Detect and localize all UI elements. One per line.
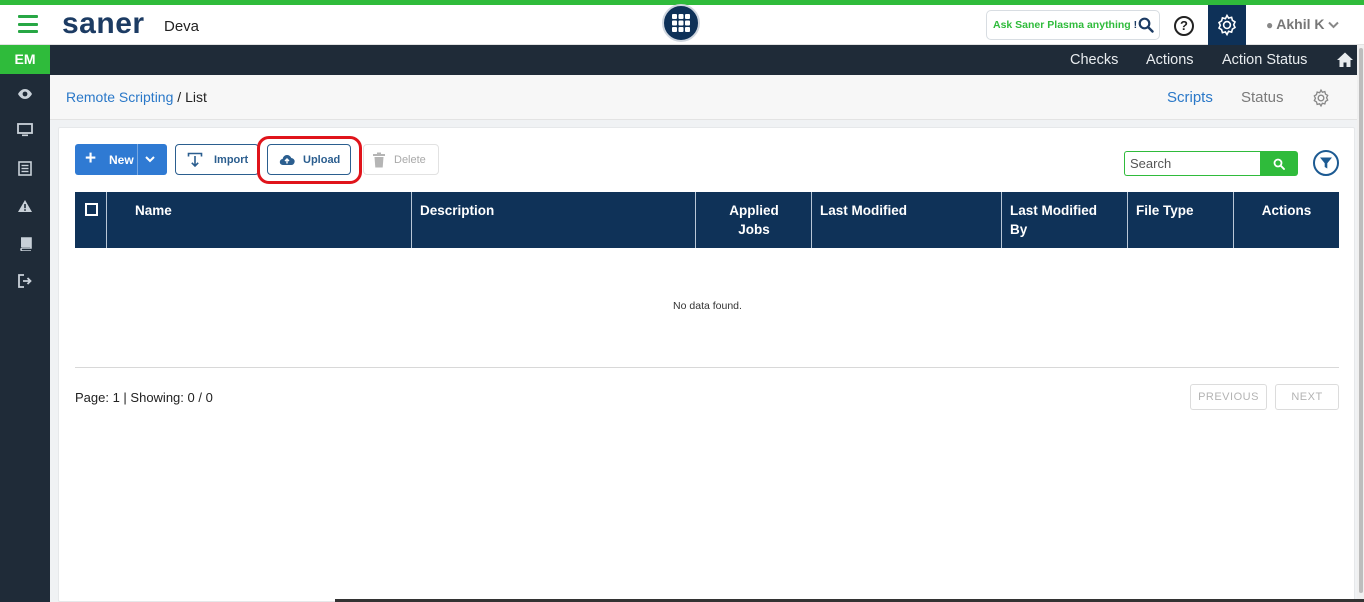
monitor-icon[interactable] — [16, 121, 34, 139]
tab-scripts[interactable]: Scripts — [1167, 89, 1213, 106]
search-box — [1124, 151, 1298, 176]
warning-icon[interactable] — [16, 197, 34, 215]
settings-button[interactable] — [1208, 5, 1246, 45]
empty-state-message: No data found. — [673, 300, 742, 312]
chevron-down-icon — [1328, 21, 1340, 29]
brand-logo: saner — [62, 7, 145, 40]
ask-saner-search[interactable]: Ask Saner Plasma anything ! — [986, 10, 1160, 40]
search-icon — [1273, 158, 1285, 170]
page-scrollbar-thumb[interactable] — [1359, 48, 1363, 593]
column-header-file-type[interactable]: File Type — [1128, 192, 1234, 248]
pagination-summary: Page: 1 | Showing: 0 / 0 — [75, 390, 213, 405]
logout-icon[interactable] — [16, 272, 34, 290]
tenant-name: Deva — [164, 18, 200, 35]
breadcrumb-bar: Remote Scripting / List Scripts Status — [50, 75, 1364, 120]
user-icon: ● — [1266, 18, 1274, 32]
search-button[interactable] — [1260, 151, 1298, 176]
gear-icon[interactable] — [1311, 88, 1331, 108]
app-launcher-button[interactable] — [662, 4, 700, 42]
filter-icon — [1320, 157, 1332, 169]
hamburger-menu-icon[interactable] — [18, 15, 38, 33]
select-all-checkbox[interactable] — [85, 203, 98, 216]
column-header-last-modified[interactable]: Last Modified — [812, 192, 1002, 248]
user-menu[interactable]: ● Akhil K — [1266, 16, 1340, 32]
next-page-button[interactable]: NEXT — [1275, 384, 1339, 410]
previous-page-button[interactable]: PREVIOUS — [1190, 384, 1267, 410]
breadcrumb: Remote Scripting / List — [66, 89, 207, 105]
eye-icon[interactable] — [16, 85, 34, 103]
nav-actions[interactable]: Actions — [1146, 52, 1194, 68]
new-button-label: New — [109, 153, 134, 167]
column-header-name[interactable]: Name — [107, 192, 412, 248]
table-header: Name Description Applied Jobs Last Modif… — [75, 192, 1339, 248]
search-icon[interactable] — [1138, 17, 1154, 33]
book-icon[interactable] — [16, 235, 34, 253]
grid-icon — [672, 14, 690, 32]
help-icon[interactable]: ? — [1174, 16, 1194, 36]
breadcrumb-remote-scripting[interactable]: Remote Scripting — [66, 89, 173, 105]
table-divider — [75, 367, 1339, 368]
import-button-label: Import — [214, 154, 249, 166]
scripts-list-panel: + New Import Upload Delete Search Name D… — [58, 127, 1355, 602]
column-header-actions: Actions — [1261, 203, 1312, 218]
column-header-applied-jobs[interactable]: Applied Jobs — [696, 192, 812, 248]
home-icon[interactable] — [1336, 51, 1354, 69]
import-icon — [187, 152, 203, 168]
new-button[interactable]: + New — [75, 144, 167, 175]
breadcrumb-separator: / — [177, 89, 182, 105]
nav-checks[interactable]: Checks — [1070, 52, 1118, 68]
gear-icon — [1217, 13, 1237, 37]
column-header-description[interactable]: Description — [412, 192, 696, 248]
plus-icon: + — [85, 148, 97, 169]
filter-button[interactable] — [1313, 150, 1339, 176]
delete-button[interactable]: Delete — [363, 144, 439, 175]
list-icon[interactable] — [16, 159, 34, 177]
nav-action-status[interactable]: Action Status — [1222, 52, 1307, 68]
import-button[interactable]: Import — [175, 144, 259, 175]
column-header-last-modified-by[interactable]: Last Modified By — [1002, 192, 1128, 248]
select-all-cell — [75, 192, 107, 248]
ask-prompt-text: Ask Saner Plasma anything — [993, 19, 1131, 31]
ask-ai-mark: ! — [1133, 19, 1138, 31]
chevron-down-icon[interactable] — [144, 153, 156, 165]
tab-status[interactable]: Status — [1241, 89, 1284, 106]
breadcrumb-current: List — [185, 89, 207, 105]
search-input[interactable] — [1124, 151, 1260, 176]
module-badge[interactable]: EM — [0, 45, 50, 74]
upload-highlight-ring — [257, 136, 362, 184]
delete-button-label: Delete — [394, 154, 426, 166]
top-header: saner Deva Ask Saner Plasma anything ! ?… — [0, 4, 1364, 45]
module-navbar: Checks Actions Action Status — [50, 45, 1364, 75]
left-sidebar: EM — [0, 45, 50, 602]
user-name: Akhil K — [1276, 16, 1325, 32]
trash-icon — [373, 152, 385, 168]
